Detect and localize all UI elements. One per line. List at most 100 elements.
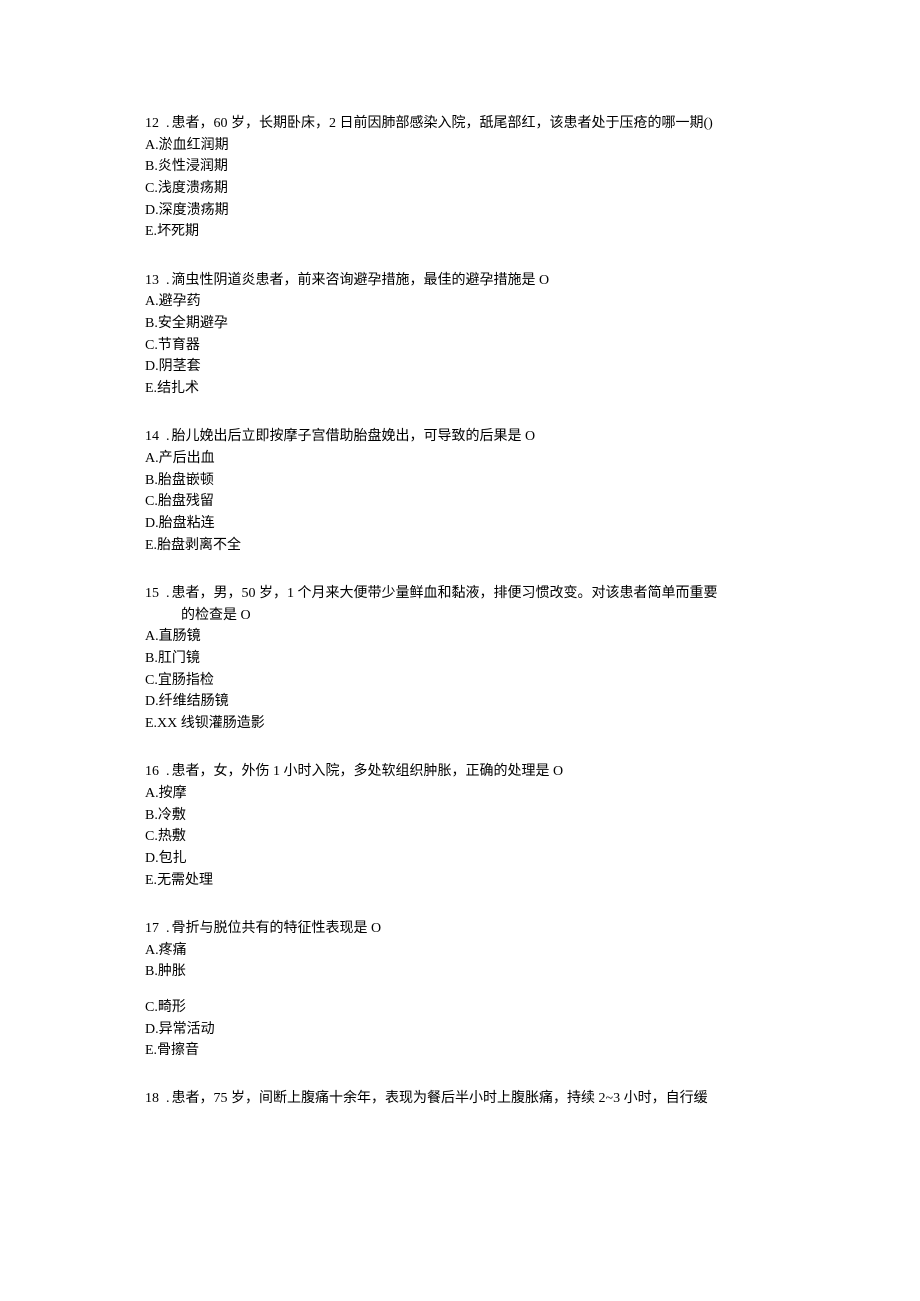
option-text: 淤血红润期 [159,138,229,153]
option-label: B. [145,159,158,174]
option-text: 无需处理 [157,873,213,888]
question-stem-line: 16 . 患者，女，外伤 1 小时入院，多处软组织肿胀，正确的处理是 O [145,761,775,783]
option-text: 坏死期 [157,224,199,239]
question-dot: . [166,918,170,940]
option-label: D. [145,516,159,531]
option-label: B. [145,808,158,823]
option-c: C.畸形 [145,997,775,1019]
question-number: 15 [145,583,166,605]
question-number: 14 [145,426,166,448]
option-e: E.无需处理 [145,870,775,892]
question-stem: 胎儿娩出后立即按摩子宫借助胎盘娩出，可导致的后果是 O [172,426,776,448]
option-text: 冷敷 [158,808,186,823]
option-text: 宜肠指检 [158,673,214,688]
option-b: B.肛门镜 [145,648,775,670]
option-label: A. [145,943,159,958]
option-text: 直肠镜 [159,629,201,644]
question-dot: . [166,270,170,292]
question-stem: 患者，男，50 岁，1 个月来大便带少量鲜血和黏液，排便习惯改变。对该患者简单而… [172,583,776,605]
option-label: B. [145,964,158,979]
question-dot: . [166,113,170,135]
option-b: B.胎盘嵌顿 [145,470,775,492]
option-label: E.X [145,716,167,731]
option-label: C. [145,494,158,509]
option-d: D.胎盘粘连 [145,513,775,535]
option-label: C. [145,829,158,844]
option-e: E.结扎术 [145,378,775,400]
option-text: 胎盘残留 [158,494,214,509]
question-number: 13 [145,270,166,292]
question-16: 16 . 患者，女，外伤 1 小时入院，多处软组织肿胀，正确的处理是 O A.按… [145,761,775,891]
question-stem-line: 12 . 患者，60 岁，长期卧床，2 日前因肺部感染入院，舐尾部红，该患者处于… [145,113,775,135]
option-label: A. [145,629,159,644]
option-text: 安全期避孕 [158,316,228,331]
option-a: A.淤血红润期 [145,135,775,157]
question-stem: 患者，女，外伤 1 小时入院，多处软组织肿胀，正确的处理是 O [172,761,776,783]
option-label: D. [145,851,159,866]
option-text: 浅度溃疡期 [158,181,228,196]
option-b: B.安全期避孕 [145,313,775,335]
option-e: E.坏死期 [145,221,775,243]
option-label: E. [145,224,157,239]
option-label: D. [145,1022,159,1037]
option-label: C. [145,673,158,688]
option-a: A.产后出血 [145,448,775,470]
question-17: 17 . 骨折与脱位共有的特征性表现是 O A.疼痛 B.肿胀 C.畸形 D.异… [145,918,775,1062]
option-label: A. [145,451,159,466]
option-c: C.热敷 [145,826,775,848]
option-label: B. [145,651,158,666]
option-a: A.直肠镜 [145,626,775,648]
option-label: B. [145,473,158,488]
option-b: B.肿胀 [145,961,775,983]
option-label: A. [145,786,159,801]
option-text: 深度溃疡期 [159,203,229,218]
option-text: 畸形 [158,1000,186,1015]
option-e: E.胎盘剥离不全 [145,535,775,557]
option-label: A. [145,138,159,153]
question-stem-line: 13 . 滴虫性阴道炎患者，前来咨询避孕措施，最佳的避孕措施是 O [145,270,775,292]
question-number: 16 [145,761,166,783]
option-b: B.炎性浸润期 [145,156,775,178]
option-text: 炎性浸润期 [158,159,228,174]
option-text: 异常活动 [159,1022,215,1037]
question-dot: . [166,1088,170,1110]
option-d: D.异常活动 [145,1019,775,1041]
option-a: A.按摩 [145,783,775,805]
option-text: X 线钡灌肠造影 [167,716,265,731]
question-15: 15 . 患者，男，50 岁，1 个月来大便带少量鲜血和黏液，排便习惯改变。对该… [145,583,775,735]
question-18: 18 . 患者，75 岁，间断上腹痛十余年，表现为餐后半小时上腹胀痛，持续 2~… [145,1088,775,1110]
option-label: E. [145,873,157,888]
option-text: 肛门镜 [158,651,200,666]
question-stem: 患者，75 岁，间断上腹痛十余年，表现为餐后半小时上腹胀痛，持续 2~3 小时，… [172,1088,776,1110]
option-text: 骨擦音 [157,1043,199,1058]
option-d: D.纤维结肠镜 [145,691,775,713]
question-12: 12 . 患者，60 岁，长期卧床，2 日前因肺部感染入院，舐尾部红，该患者处于… [145,113,775,243]
option-label: E. [145,381,157,396]
option-label: D. [145,694,159,709]
option-text: 节育器 [158,338,200,353]
question-stem: 骨折与脱位共有的特征性表现是 O [172,918,776,940]
question-stem-line: 15 . 患者，男，50 岁，1 个月来大便带少量鲜血和黏液，排便习惯改变。对该… [145,583,775,605]
option-b: B.冷敷 [145,805,775,827]
option-d: D.深度溃疡期 [145,200,775,222]
document-page: 12 . 患者，60 岁，长期卧床，2 日前因肺部感染入院，舐尾部红，该患者处于… [0,0,920,1197]
option-label: D. [145,203,159,218]
question-14: 14 . 胎儿娩出后立即按摩子宫借助胎盘娩出，可导致的后果是 O A.产后出血 … [145,426,775,556]
option-c: C.浅度溃疡期 [145,178,775,200]
option-text: 按摩 [159,786,187,801]
option-text: 肿胀 [158,964,186,979]
option-text: 阴茎套 [159,359,201,374]
option-d: D.阴茎套 [145,356,775,378]
option-d: D.包扎 [145,848,775,870]
option-text: 胎盘剥离不全 [157,538,241,553]
question-stem-line: 18 . 患者，75 岁，间断上腹痛十余年，表现为餐后半小时上腹胀痛，持续 2~… [145,1088,775,1110]
option-e: E.XX 线钡灌肠造影 [145,713,775,735]
option-label: E. [145,1043,157,1058]
option-label: C. [145,338,158,353]
option-label: B. [145,316,158,331]
option-label: E. [145,538,157,553]
option-text: 胎盘粘连 [159,516,215,531]
option-text: 热敷 [158,829,186,844]
question-stem: 滴虫性阴道炎患者，前来咨询避孕措施，最佳的避孕措施是 O [172,270,776,292]
question-13: 13 . 滴虫性阴道炎患者，前来咨询避孕措施，最佳的避孕措施是 O A.避孕药 … [145,270,775,400]
